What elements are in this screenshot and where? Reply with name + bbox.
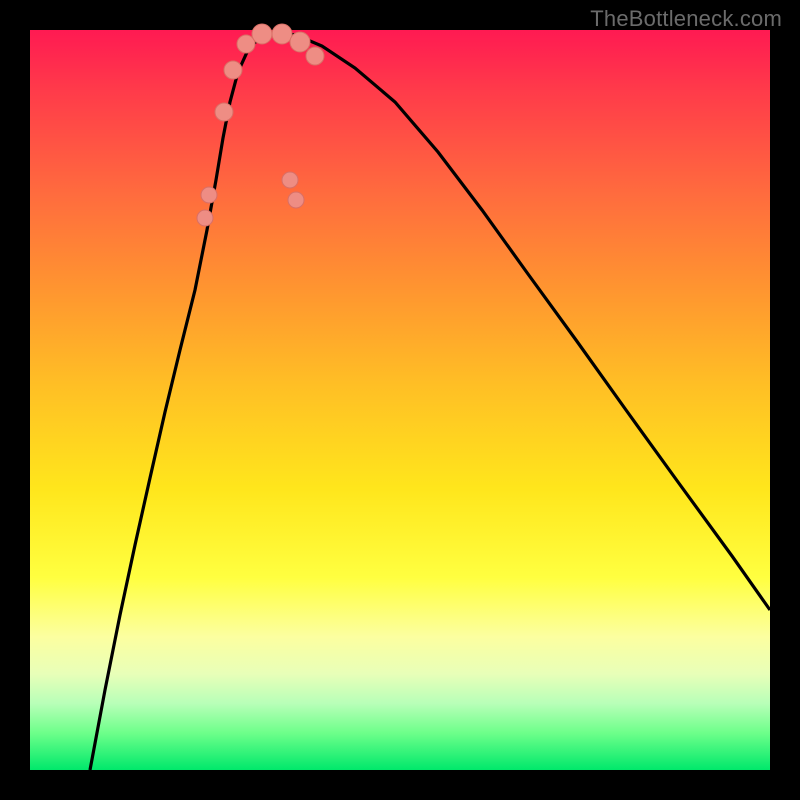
curve-marker (197, 210, 213, 226)
curve-marker (252, 24, 272, 44)
curve-line (90, 32, 770, 770)
curve-marker (306, 47, 324, 65)
curve-marker (282, 172, 298, 188)
gradient-plot-area (30, 30, 770, 770)
curve-marker (272, 24, 292, 44)
chart-frame: TheBottleneck.com (0, 0, 800, 800)
watermark-text: TheBottleneck.com (590, 6, 782, 32)
curve-marker (201, 187, 217, 203)
bottleneck-curve (30, 30, 770, 770)
curve-marker (215, 103, 233, 121)
curve-marker (288, 192, 304, 208)
curve-marker (290, 32, 310, 52)
curve-marker (224, 61, 242, 79)
curve-markers (197, 24, 324, 226)
